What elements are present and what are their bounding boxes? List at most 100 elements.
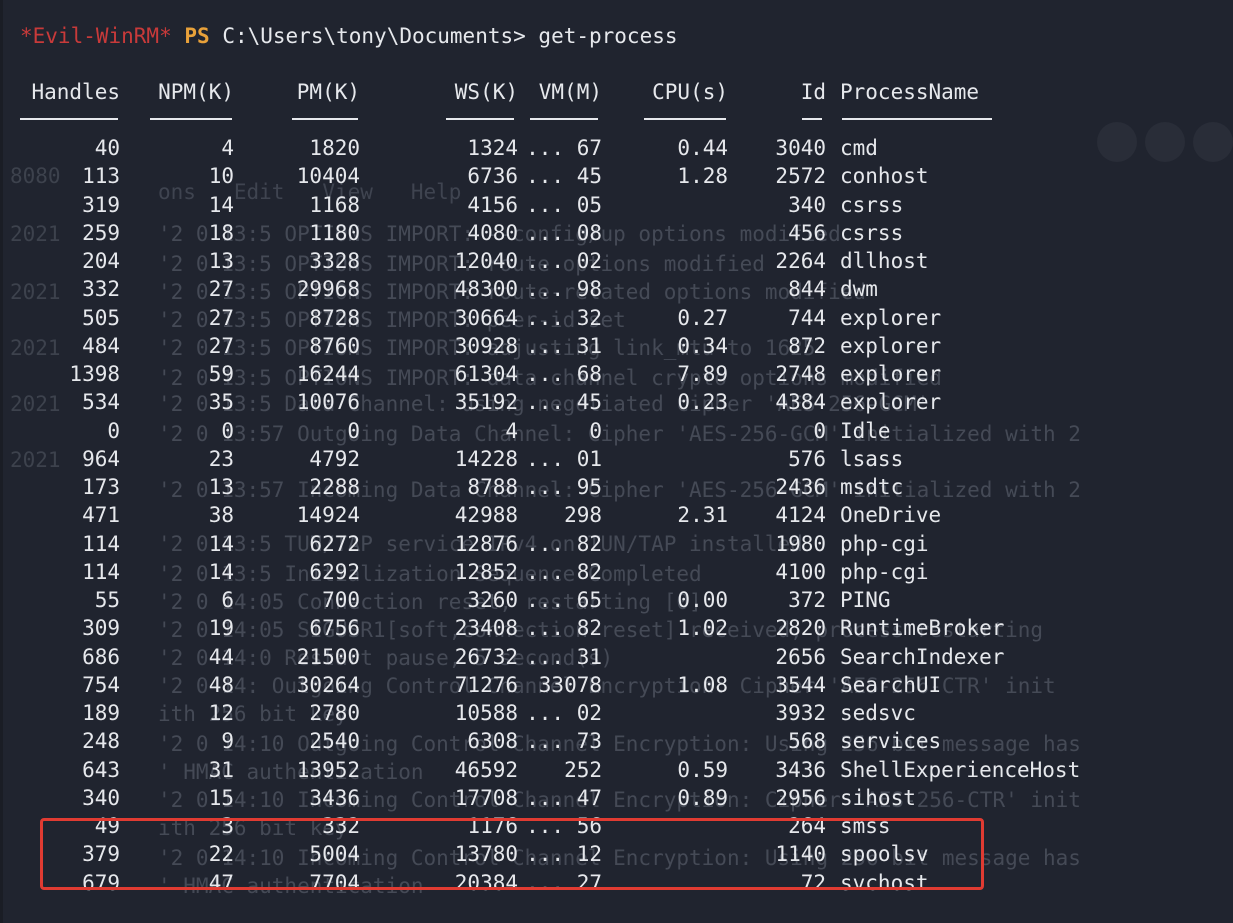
column-underline	[802, 118, 822, 120]
cell-cpu	[620, 699, 728, 727]
cell-handles: 113	[82, 164, 120, 189]
cell-vm: ... 47	[526, 785, 602, 810]
cell-cpu: 0.23	[677, 390, 728, 415]
cell-ws: 30928	[454, 333, 518, 358]
cell-npm: 9	[221, 729, 234, 754]
cell-id: 1980	[775, 531, 826, 556]
cell-handles: 332	[82, 277, 120, 302]
cell-ws: 61304	[454, 362, 518, 386]
cell-id: 372	[788, 588, 826, 612]
cell-pm: 1820	[309, 136, 360, 160]
cell-ws: 42988	[454, 503, 518, 528]
cell-ws: 4156	[467, 192, 518, 217]
cell-handles: 173	[82, 475, 120, 499]
cell-pm: 8728	[309, 305, 360, 330]
command-text: get-process	[538, 24, 678, 48]
cell-id: 2820	[775, 616, 826, 641]
cell-process-name: php-cgi	[840, 531, 929, 556]
cell-process-name: explorer	[840, 362, 942, 386]
column-header-id: Id	[800, 80, 826, 104]
cell-cpu	[620, 191, 728, 219]
cell-npm: 13	[208, 475, 234, 499]
cell-cpu	[620, 558, 728, 586]
cell-ws: 30664	[454, 305, 518, 330]
cell-process-name: explorer	[840, 305, 942, 330]
cell-pm: 1168	[309, 192, 360, 217]
cell-handles: 505	[82, 305, 120, 330]
cell-cpu: 0.44	[677, 136, 728, 160]
cell-vm: ... 02	[526, 701, 602, 725]
cell-pm: 0	[347, 418, 360, 443]
cell-cpu: 7.89	[677, 362, 728, 386]
cell-pm: 6272	[309, 531, 360, 556]
cell-process-name: ShellExperienceHost	[840, 757, 1081, 782]
cell-ws: 48300	[454, 277, 518, 302]
column-header-handles: Handles	[31, 80, 120, 104]
cell-id: 576	[788, 446, 826, 471]
cell-ws: 12852	[454, 559, 518, 584]
cell-ws: 6308	[467, 729, 518, 754]
cell-vm: ... 82	[526, 531, 602, 556]
cell-process-name: csrss	[840, 220, 904, 245]
cell-ws: 10588	[454, 701, 518, 725]
cell-id: 3544	[775, 672, 826, 697]
cell-cpu: 0.27	[677, 305, 728, 330]
cell-cpu: 2.31	[677, 503, 728, 528]
cell-vm: ... 32	[526, 305, 602, 330]
cell-id: 2436	[775, 475, 826, 499]
cell-handles: 114	[82, 531, 120, 556]
cell-npm: 14	[208, 531, 234, 556]
cell-id: 4124	[775, 503, 826, 528]
cell-process-name: lsass	[840, 446, 904, 471]
cell-process-name: Idle	[840, 418, 891, 443]
current-path: C:\Users\tony\Documents>	[222, 24, 526, 48]
cell-npm: 27	[208, 277, 234, 302]
cell-cpu: 0.00	[677, 588, 728, 612]
cell-pm: 6292	[309, 559, 360, 584]
cell-npm: 59	[208, 362, 234, 386]
cell-pm: 1180	[309, 220, 360, 245]
column-underline	[20, 118, 118, 120]
column-header-ws: WS(K)	[454, 80, 518, 104]
cell-process-name: explorer	[840, 390, 942, 415]
cell-id: 340	[788, 192, 826, 217]
cell-ws: 12040	[454, 249, 518, 273]
column-header-pm: PM(K)	[296, 80, 360, 104]
cell-handles: 534	[82, 390, 120, 415]
cell-cpu: 1.28	[677, 164, 728, 189]
cell-pm: 10076	[296, 390, 360, 415]
cell-vm: ... 05	[526, 192, 602, 217]
cell-pm: 2780	[309, 701, 360, 725]
cell-id: 3436	[775, 757, 826, 782]
cell-npm: 27	[208, 333, 234, 358]
column-underline	[530, 118, 598, 120]
cell-cpu: 1.08	[677, 672, 728, 697]
cell-id: 2572	[775, 164, 826, 189]
cell-vm: ... 65	[526, 588, 602, 612]
cell-process-name: SearchIndexer	[840, 644, 1005, 669]
cell-cpu	[620, 473, 728, 501]
ps-label: PS	[184, 24, 210, 48]
cell-ws: 46592	[454, 757, 518, 782]
cell-process-name: php-cgi	[840, 559, 929, 584]
column-header-vm: VM(M)	[538, 80, 602, 104]
cell-npm: 44	[208, 644, 234, 669]
cell-handles: 0	[107, 418, 120, 443]
cell-process-name: dwm	[840, 277, 878, 302]
cell-cpu: 0.89	[677, 785, 728, 810]
cell-vm: ... 98	[526, 277, 602, 302]
cell-handles: 189	[82, 701, 120, 725]
cell-ws: 4	[505, 418, 518, 443]
cell-pm: 10404	[296, 164, 360, 189]
cell-ws: 4080	[467, 220, 518, 245]
cell-npm: 38	[208, 503, 234, 528]
cell-handles: 204	[82, 249, 120, 273]
cell-cpu	[620, 417, 728, 445]
cell-process-name: sedsvc	[840, 701, 916, 725]
cell-process-name: OneDrive	[840, 503, 942, 528]
cell-vm: ... 67	[526, 136, 602, 160]
cell-id: 872	[788, 333, 826, 358]
cell-vm: ... 82	[526, 616, 602, 641]
cell-handles: 340	[82, 785, 120, 810]
cell-handles: 754	[82, 672, 120, 697]
